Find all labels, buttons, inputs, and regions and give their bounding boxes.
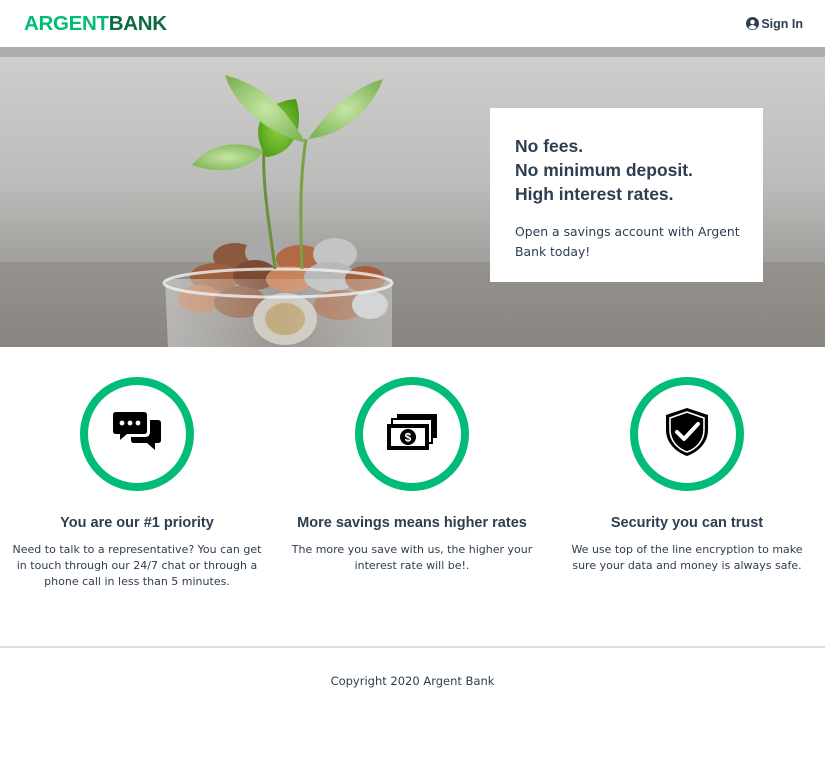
feature-title: Security you can trust xyxy=(610,515,764,531)
hero-subtitle-3: High interest rates. xyxy=(515,184,674,204)
security-icon xyxy=(666,408,708,460)
feature-icon-circle: $ xyxy=(355,377,469,491)
feature-title: You are our #1 priority xyxy=(60,515,214,531)
feature-description: Need to talk to a representative? You ca… xyxy=(12,543,262,588)
sign-in-label: Sign In xyxy=(761,16,803,31)
feature-item-security: Security you can trust We use top of the… xyxy=(562,377,812,574)
hero-text: Open a savings account with Argent Bank … xyxy=(515,224,740,259)
feature-item-priority: You are our #1 priority Need to talk to … xyxy=(12,377,262,590)
logo-argent-text: ARGENT xyxy=(24,11,109,35)
feature-icon-circle xyxy=(80,377,194,491)
money-icon: $ xyxy=(387,414,437,454)
hero-content-card: No fees. No minimum deposit. High intere… xyxy=(490,108,763,282)
features-section: You are our #1 priority Need to talk to … xyxy=(0,347,825,647)
footer: Copyright 2020 Argent Bank xyxy=(0,646,825,774)
feature-description: The more you save with us, the higher yo… xyxy=(291,543,533,572)
hero-section: No fees. No minimum deposit. High intere… xyxy=(0,47,825,347)
svg-text:$: $ xyxy=(405,431,412,445)
feature-description: We use top of the line encryption to mak… xyxy=(571,543,803,572)
hero-subtitle-2: No minimum deposit. xyxy=(515,160,693,180)
footer-copyright: Copyright 2020 Argent Bank xyxy=(330,674,495,688)
feature-item-savings: $ More savings means higher rates The mo… xyxy=(287,377,537,574)
user-circle-icon xyxy=(746,17,760,30)
logo-bank-text: BANK xyxy=(108,11,167,35)
chat-icon xyxy=(113,410,161,458)
hero-subtitle-1: No fees. xyxy=(515,136,584,156)
main-nav: ARGENT BANK Sign In xyxy=(0,0,825,47)
feature-title: More savings means higher rates xyxy=(297,515,527,531)
feature-icon-circle xyxy=(630,377,744,491)
logo-link[interactable]: ARGENT BANK xyxy=(24,12,167,36)
sign-in-link[interactable]: Sign In xyxy=(746,17,803,31)
